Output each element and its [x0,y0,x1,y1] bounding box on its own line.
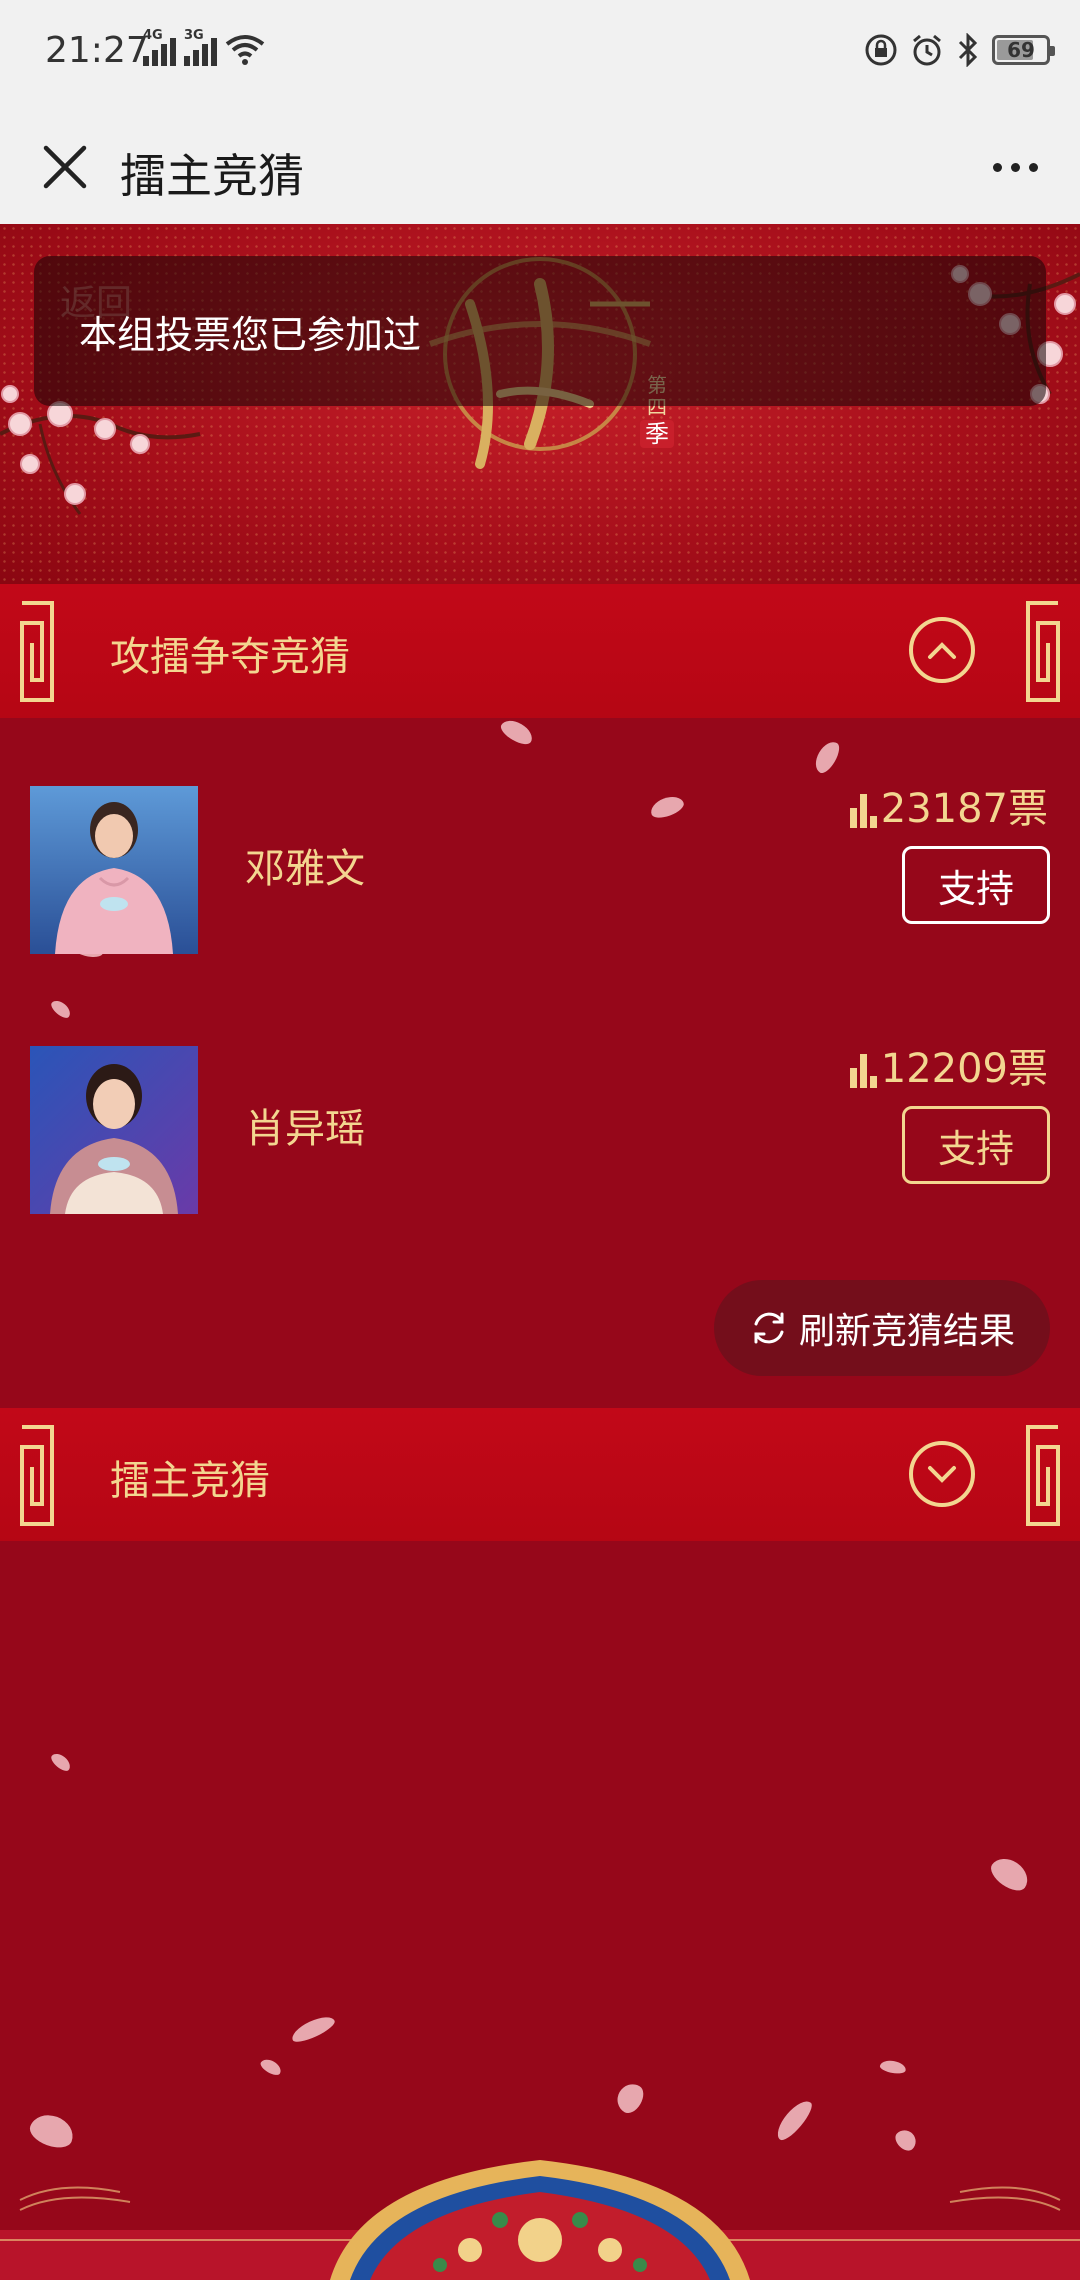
section-header-champion[interactable]: 擂主竞猜 [0,1408,1080,1543]
vote-count-value: 12209票 [880,1046,1048,1092]
section-title: 擂主竞猜 [110,1458,270,1504]
refresh-results-button[interactable]: 刷新竞猜结果 [714,1280,1050,1376]
more-dot-icon [1010,162,1020,172]
petal-decoration [258,2056,284,2078]
fret-pattern-right-icon [1026,601,1060,702]
candidate-row: 肖异瑶 12209票 支持 [0,1036,1080,1214]
close-icon [43,145,87,189]
vote-bars-icon [849,794,877,828]
season-seal-char: 季 [640,420,674,448]
support-button[interactable]: 支持 [902,846,1050,924]
petal-decoration [612,2079,648,2117]
petal-decoration [986,1851,1034,1897]
close-button[interactable] [30,132,100,202]
signal-indicators: 4G 3G [143,28,265,66]
refresh-label: 刷新竞猜结果 [798,1311,1015,1352]
challenge-voting-panel: 邓雅文 23187票 支持 肖异瑶 12209票 支持 刷新竞猜结果 [0,715,1080,1408]
vote-count: 12209票 [849,1036,1048,1094]
page-title: 擂主竞猜 [120,149,304,203]
wifi-icon [225,35,265,65]
network-type-label-2: 3G [184,28,204,43]
cellular-signal-icon: 4G [143,28,176,66]
battery-level: 69 [1007,38,1035,62]
lock-rotation-icon [865,34,897,66]
petal-decoration [497,715,537,749]
cellular-signal-icon-2: 3G [184,28,217,66]
expand-button[interactable] [909,1441,975,1507]
fret-pattern-left-icon [20,1425,54,1526]
status-time: 21:27 [45,30,149,71]
ornamental-footer-decoration [0,2160,1080,2280]
app-bar: 擂主竞猜 [0,110,1080,224]
fret-pattern-right-icon [1026,1425,1060,1526]
petal-decoration [810,737,844,777]
more-dot-icon [992,162,1002,172]
candidate-avatar [30,1046,198,1214]
candidate-name: 肖异瑶 [245,1106,365,1152]
support-button[interactable]: 支持 [902,1106,1050,1184]
section-header-challenge[interactable]: 攻擂争夺竞猜 [0,584,1080,719]
lower-decorative-area [0,1541,1080,2280]
petal-decoration [48,997,74,1021]
more-options-button[interactable] [980,132,1050,202]
status-icons: 69 [864,33,1055,67]
candidate-avatar [30,786,198,954]
vote-count: 23187票 [849,776,1048,834]
section-title: 攻擂争夺竞猜 [110,634,350,680]
status-bar: 21:27 4G 3G 69 [0,0,1080,110]
toast-text: 本组投票您已参加过 [79,312,422,357]
petal-decoration [48,1750,74,1774]
candidate-name: 邓雅文 [245,846,365,892]
alarm-icon [913,34,941,66]
vote-bars-icon [849,1054,877,1088]
toast-message: 本组投票您已参加过 [34,256,1046,406]
petal-decoration [771,2095,817,2145]
chevron-up-icon [928,642,956,659]
vote-count-value: 23187票 [880,786,1048,832]
more-dot-icon [1028,162,1038,172]
chevron-down-icon [928,1466,956,1483]
battery-icon: 69 [992,35,1055,65]
refresh-icon [754,1312,784,1344]
collapse-button[interactable] [909,617,975,683]
network-type-label: 4G [143,28,163,43]
petal-decoration [288,2012,338,2046]
bluetooth-icon [958,33,978,67]
petal-decoration [879,2058,907,2076]
fret-pattern-left-icon [20,601,54,702]
candidate-row: 邓雅文 23187票 支持 [0,776,1080,954]
